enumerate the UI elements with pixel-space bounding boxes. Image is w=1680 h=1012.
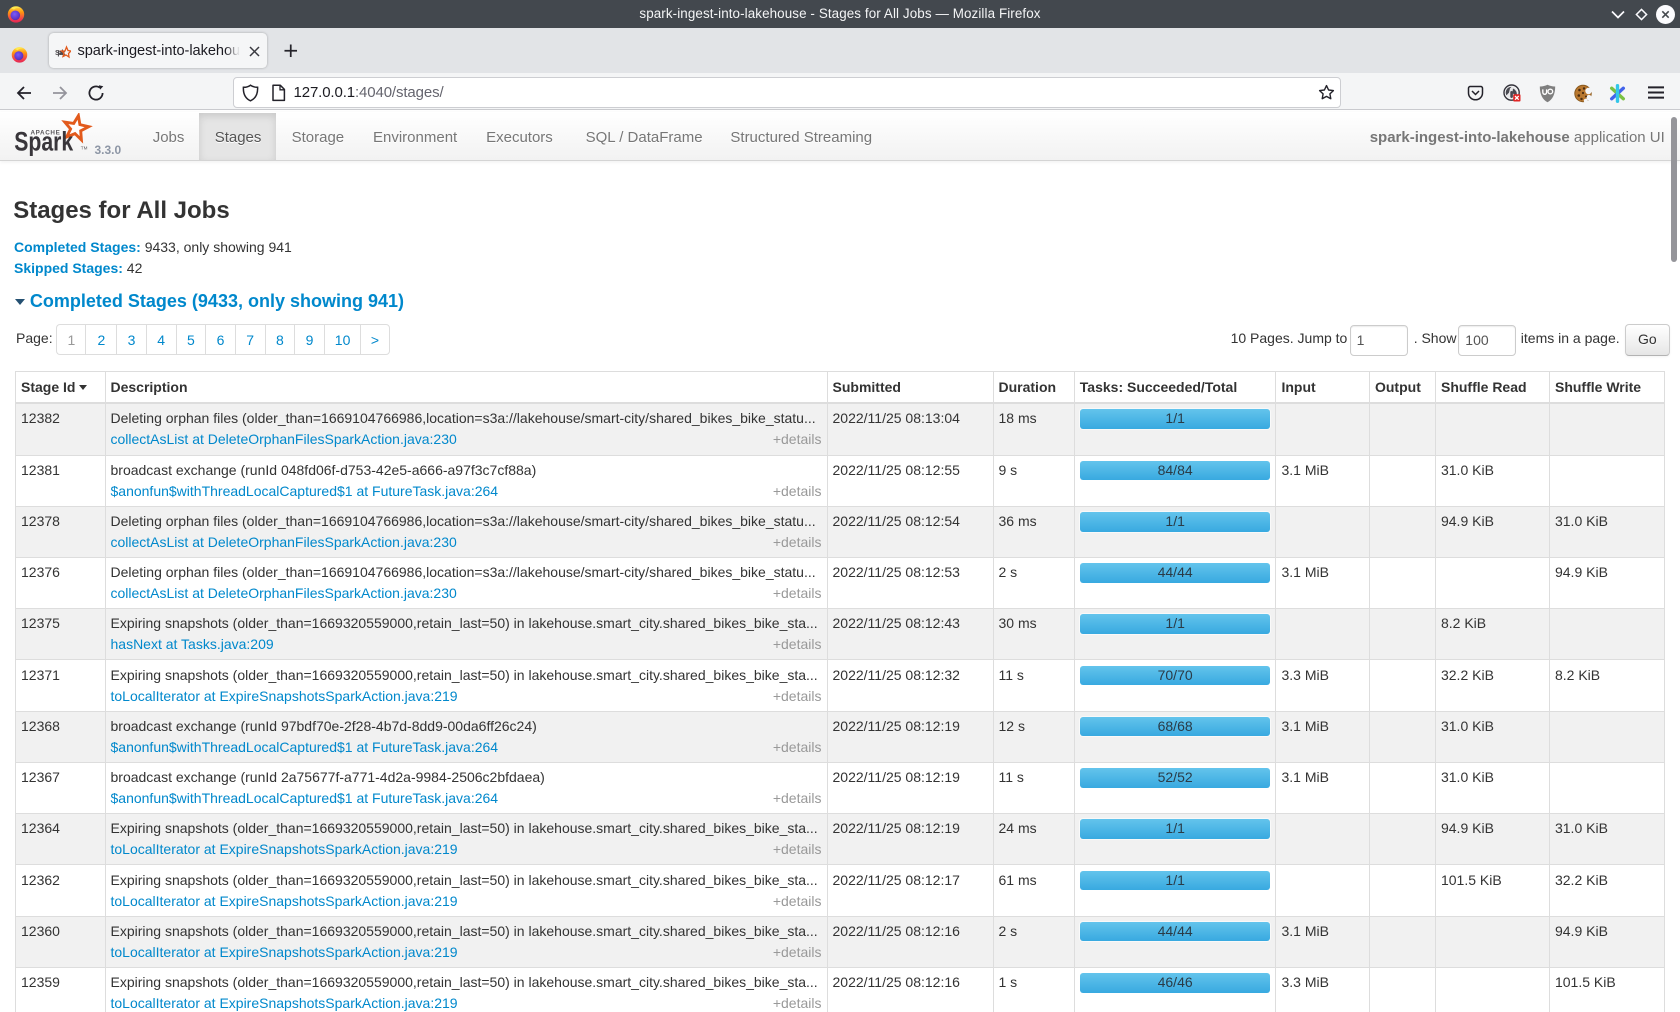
svg-text:Spark: Spark — [14, 126, 74, 156]
svg-text:TM: TM — [81, 145, 88, 150]
